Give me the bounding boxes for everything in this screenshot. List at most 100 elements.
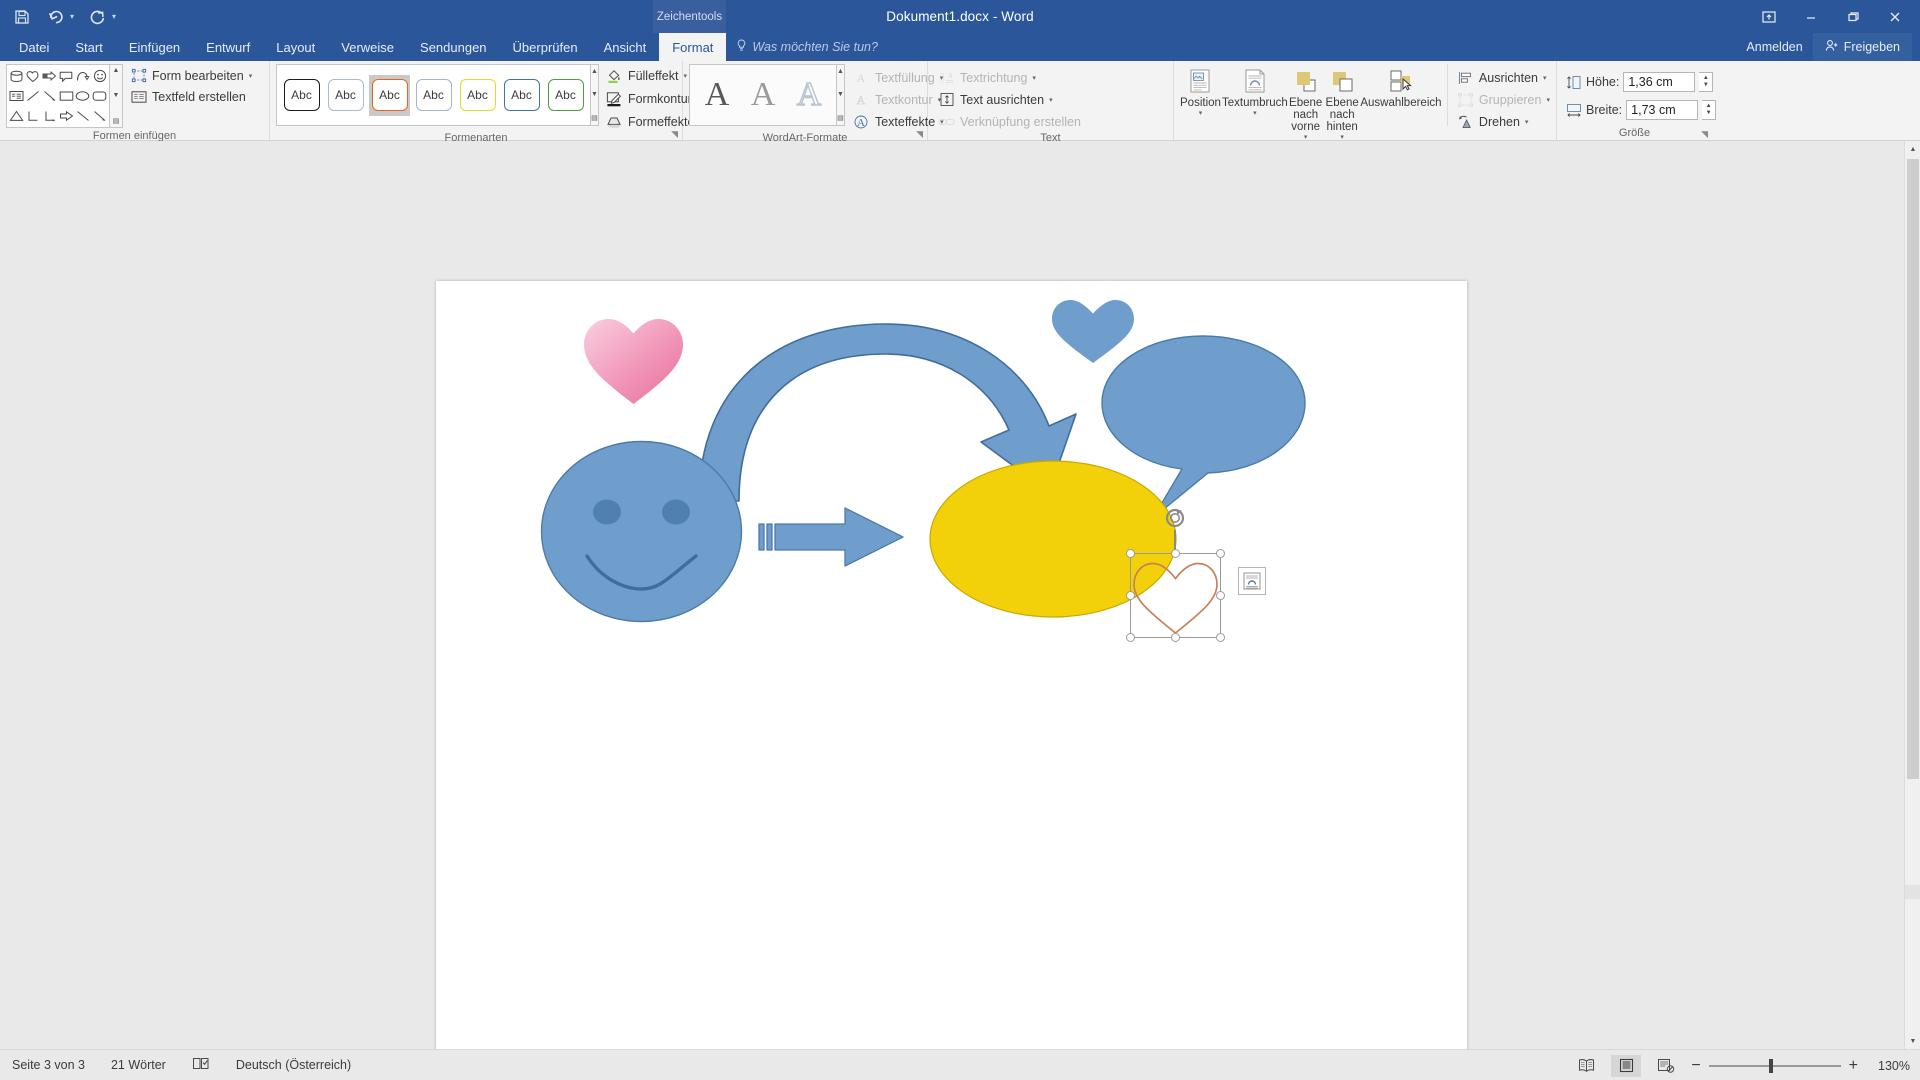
styles-scroll-down-icon[interactable]: ▼ (591, 91, 598, 98)
shape-styles-scroll[interactable]: ▲ ▼ ▤ (591, 64, 599, 126)
tab-layout[interactable]: Layout (263, 33, 328, 61)
height-input[interactable]: 1,36 cm (1623, 72, 1696, 92)
shape-block-arrow-icon[interactable] (58, 106, 75, 126)
selection-pane-button[interactable]: Auswahlbereich (1360, 64, 1442, 109)
create-text-box-button[interactable]: Textfeld erstellen (130, 88, 252, 105)
shape-text-box-icon[interactable] (8, 86, 25, 106)
wordart-gallery[interactable]: A A A (689, 64, 837, 126)
wordart-gallery-scroll[interactable]: ▲ ▼ ▤ (837, 64, 845, 126)
wordart-expand-icon[interactable]: ▤ (837, 114, 844, 122)
shape-style-3[interactable]: Abc (413, 75, 454, 116)
shapes-gallery[interactable] (6, 64, 110, 128)
word-count[interactable]: 21 Wörter (111, 1058, 166, 1072)
shape-rounded-rectangle-icon[interactable] (91, 86, 108, 106)
minimize-icon[interactable] (1792, 3, 1830, 31)
resize-handle-e[interactable] (1216, 591, 1225, 600)
styles-scroll-up-icon[interactable]: ▲ (591, 68, 598, 75)
resize-handle-s[interactable] (1171, 633, 1180, 642)
view-web-layout-button[interactable] (1651, 1055, 1681, 1077)
tab-format[interactable]: Format (659, 33, 727, 61)
share-button[interactable]: Freigeben (1812, 33, 1912, 61)
edit-shape-button[interactable]: Form bearbeiten ▾ (130, 67, 252, 84)
shape-speech-bubble-icon[interactable] (58, 66, 75, 86)
chevron-down-icon[interactable]: ▾ (1199, 110, 1203, 117)
vertical-scrollbar[interactable]: ▲ ▼ (1904, 141, 1920, 1049)
wrap-text-button[interactable]: Textumbruch ▾ (1222, 64, 1288, 117)
shapes-scroll-up-icon[interactable]: ▲ (113, 67, 120, 74)
tab-verweise[interactable]: Verweise (328, 33, 407, 61)
close-icon[interactable] (1876, 3, 1914, 31)
restore-icon[interactable] (1834, 3, 1872, 31)
rotation-handle-icon[interactable] (1163, 506, 1187, 530)
shape-smiley-face[interactable] (539, 439, 744, 624)
shape-style-0[interactable]: Abc (281, 75, 322, 116)
chevron-down-icon[interactable]: ▾ (1525, 118, 1529, 126)
shape-style-1[interactable]: Abc (325, 75, 366, 116)
shape-elbow-arrow-connector-icon[interactable] (41, 106, 58, 126)
chevron-down-icon[interactable]: ▾ (1253, 110, 1257, 117)
chevron-down-icon[interactable]: ▾ (249, 72, 253, 80)
chevron-down-icon[interactable]: ▾ (1049, 96, 1053, 104)
proofing-status[interactable] (192, 1056, 210, 1074)
wordart-style-1[interactable]: A (741, 71, 785, 119)
shapes-scroll-down-icon[interactable]: ▼ (113, 92, 120, 99)
shape-striped-arrow-icon[interactable] (41, 66, 58, 86)
tell-me-box[interactable]: Was möchten Sie tun? (726, 33, 888, 61)
tab-datei[interactable]: Datei (6, 33, 62, 61)
layout-options-icon[interactable] (1238, 567, 1266, 595)
shape-cylinder-icon[interactable] (8, 66, 25, 86)
shape-line-arrow-2-icon[interactable] (91, 106, 108, 126)
view-read-mode-button[interactable] (1571, 1055, 1601, 1077)
sign-in-button[interactable]: Anmelden (1746, 40, 1802, 54)
align-text-button[interactable]: Text ausrichten ▾ (938, 91, 1081, 108)
zoom-track[interactable] (1708, 1058, 1841, 1073)
selected-shape-container[interactable] (1126, 508, 1266, 651)
document-area[interactable]: ▲ ▼ (0, 141, 1920, 1049)
wordart-scroll-down-icon[interactable]: ▼ (837, 91, 844, 98)
tab-ueberpruefen[interactable]: Überprüfen (500, 33, 591, 61)
stepper-up-icon[interactable]: ▲ (1703, 75, 1709, 82)
resize-handle-ne[interactable] (1216, 549, 1225, 558)
ribbon-display-options-icon[interactable] (1750, 3, 1788, 31)
scroll-down-icon[interactable]: ▼ (1905, 1033, 1920, 1049)
wordart-dialog-launcher[interactable]: ◥ (916, 129, 923, 140)
shape-heart-icon[interactable] (25, 66, 42, 86)
height-stepper[interactable]: ▲ ▼ (1699, 72, 1714, 92)
stepper-down-icon[interactable]: ▼ (1703, 82, 1709, 89)
zoom-in-button[interactable]: + (1849, 1057, 1858, 1075)
scrollbar-thumb[interactable] (1907, 159, 1919, 779)
zoom-out-button[interactable]: − (1691, 1057, 1700, 1075)
styles-expand-icon[interactable]: ▤ (591, 114, 598, 122)
resize-handle-sw[interactable] (1126, 633, 1135, 642)
shape-selected-heart[interactable] (1132, 555, 1219, 636)
tab-sendungen[interactable]: Sendungen (407, 33, 500, 61)
shape-curved-arrow-icon[interactable] (75, 66, 92, 86)
wordart-style-0[interactable]: A (695, 71, 739, 119)
stepper-down-icon[interactable]: ▼ (1706, 110, 1712, 117)
resize-handle-nw[interactable] (1126, 549, 1135, 558)
shape-pink-heart[interactable] (581, 309, 686, 409)
shape-line-arrow-icon[interactable] (41, 86, 58, 106)
resize-handle-n[interactable] (1171, 549, 1180, 558)
tab-start[interactable]: Start (62, 33, 115, 61)
zoom-percentage[interactable]: 130% (1868, 1059, 1910, 1073)
zoom-thumb[interactable] (1768, 1058, 1773, 1073)
shape-line-icon[interactable] (25, 86, 42, 106)
shape-style-6[interactable]: Abc (545, 75, 586, 116)
shape-rectangle-icon[interactable] (58, 86, 75, 106)
shape-styles-gallery[interactable]: Abc Abc Abc Abc Abc Abc Abc (276, 64, 591, 126)
document-page[interactable] (436, 281, 1467, 1049)
stepper-up-icon[interactable]: ▲ (1706, 103, 1712, 110)
rotate-objects-button[interactable]: Drehen ▾ (1457, 113, 1550, 130)
language-indicator[interactable]: Deutsch (Österreich) (236, 1058, 351, 1072)
bring-forward-button[interactable]: Ebene nach vorne ▾ (1289, 64, 1323, 142)
zoom-slider[interactable]: − + (1691, 1057, 1858, 1075)
shape-smiley-icon[interactable] (91, 66, 108, 86)
shape-triangle-icon[interactable] (8, 106, 25, 126)
shape-style-5[interactable]: Abc (501, 75, 542, 116)
size-dialog-launcher[interactable]: ◥ (1701, 129, 1708, 140)
view-print-layout-button[interactable] (1611, 1054, 1642, 1077)
width-input[interactable]: 1,73 cm (1626, 100, 1699, 120)
resize-handle-w[interactable] (1126, 591, 1135, 600)
tab-ansicht[interactable]: Ansicht (591, 33, 660, 61)
